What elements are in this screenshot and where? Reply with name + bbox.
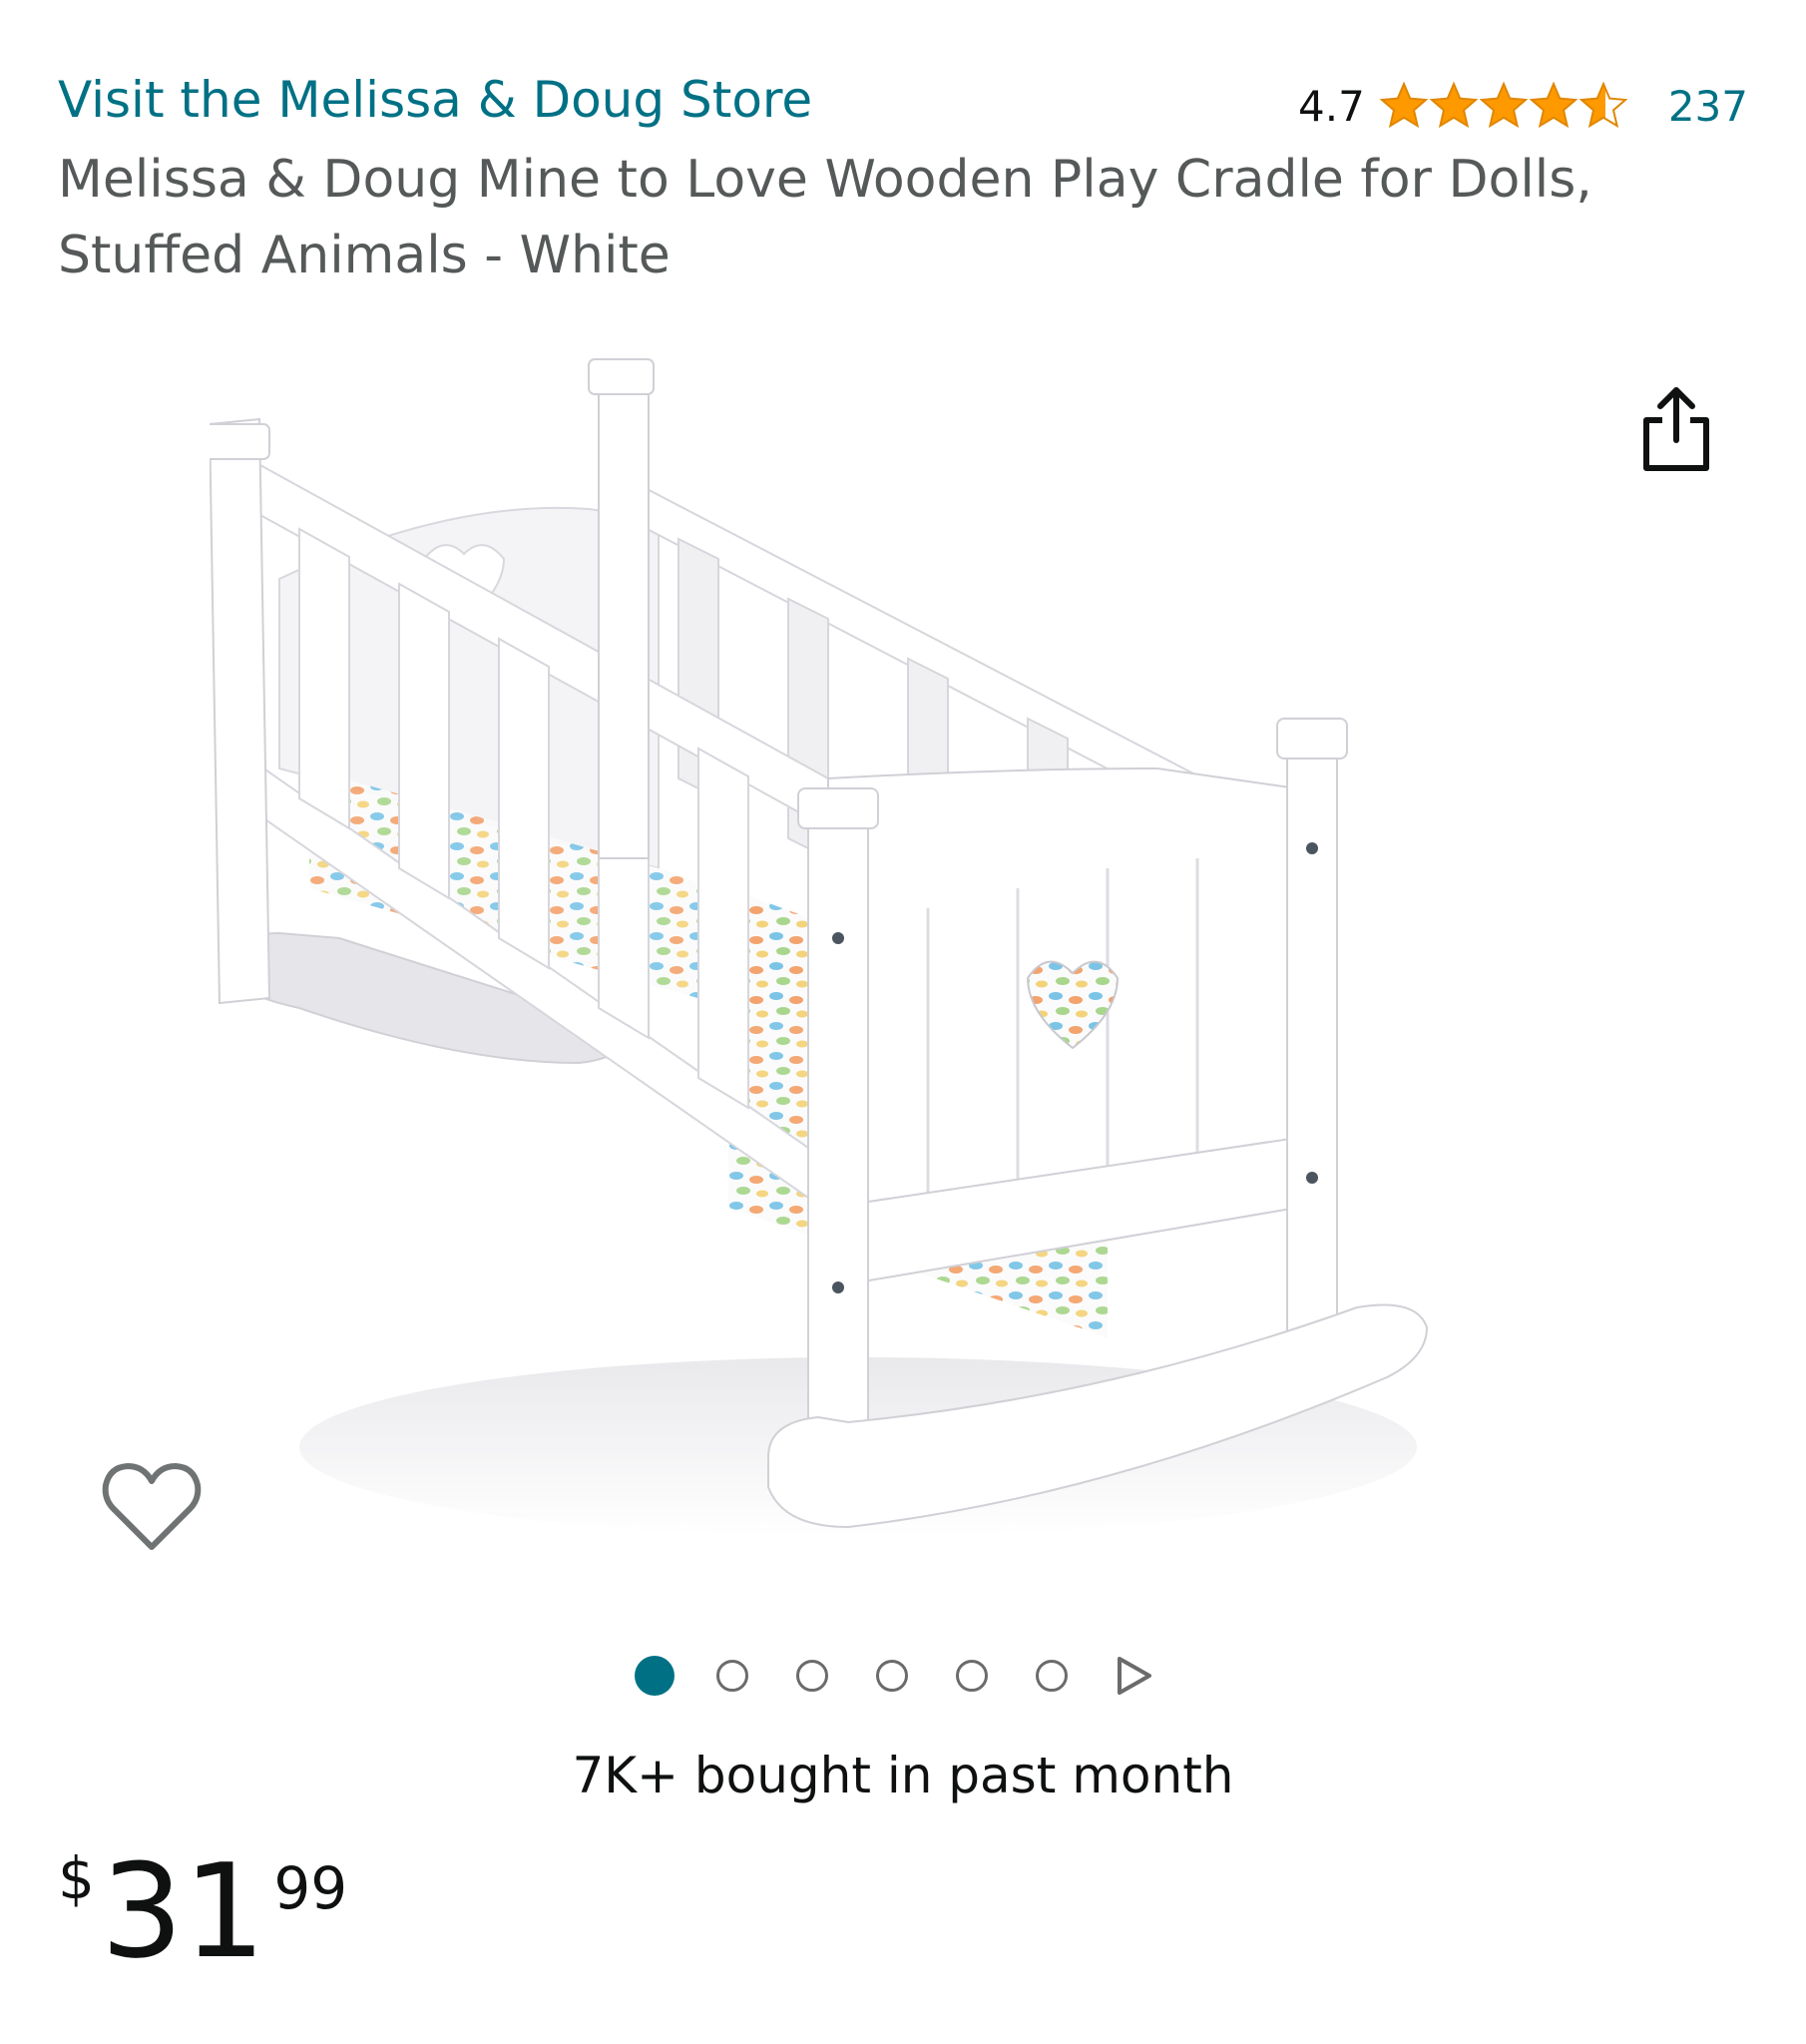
price-whole: 31 [100,1835,266,1987]
carousel-dot[interactable] [1036,1660,1068,1692]
image-carousel-indicator[interactable] [635,1654,1153,1698]
share-button[interactable] [1631,384,1721,474]
cradle-image [204,358,1429,1537]
bought-in-past-month: 7K+ bought in past month [572,1747,1234,1804]
carousel-dot-active[interactable] [635,1656,675,1696]
carousel-video-button[interactable] [1116,1656,1153,1696]
star-rating-icons [1380,83,1626,127]
product-image[interactable] [204,329,1606,1577]
rating-count-link[interactable]: 237 [1668,82,1748,131]
price: $ 31 99 [58,1836,347,1996]
heart-outline-icon [102,1463,202,1550]
play-triangle-icon [1118,1657,1151,1695]
price-currency-symbol: $ [58,1844,95,1912]
carousel-dot[interactable] [796,1660,828,1692]
rating-block[interactable]: 4.7 237 [1298,78,1748,134]
star-icon [1480,83,1527,127]
share-icon [1643,387,1709,471]
carousel-dot[interactable] [716,1660,748,1692]
store-link[interactable]: Visit the Melissa & Doug Store [58,70,812,130]
star-icon [1530,83,1577,127]
rating-value: 4.7 [1298,81,1365,131]
half-star-icon [1580,83,1626,127]
product-title: Melissa & Doug Mine to Love Wooden Play … [58,150,1592,285]
price-fraction: 99 [273,1854,348,1922]
star-icon [1430,83,1477,127]
carousel-dot[interactable] [876,1660,908,1692]
star-icon [1380,83,1427,127]
wishlist-button[interactable] [98,1457,206,1557]
carousel-dot[interactable] [956,1660,988,1692]
star-rating[interactable] [1379,81,1628,131]
